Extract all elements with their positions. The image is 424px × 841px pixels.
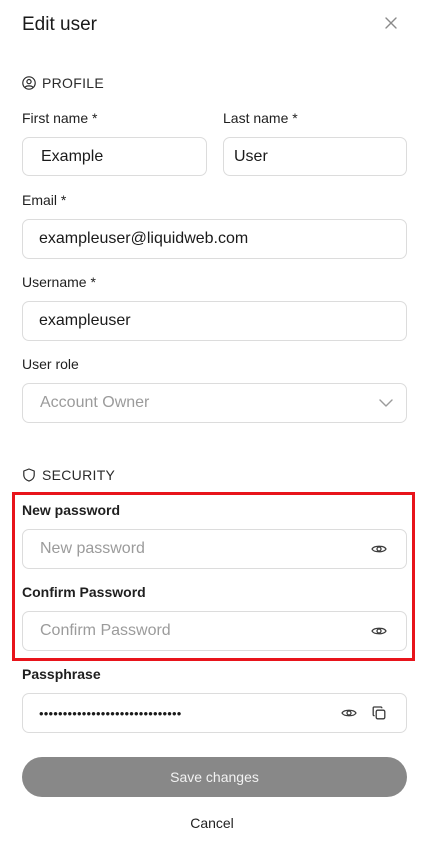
save-changes-button[interactable]: Save changes: [22, 757, 407, 797]
user-role-value: Account Owner: [40, 394, 150, 411]
username-field[interactable]: [22, 301, 407, 341]
last-name-label: Last name *: [223, 110, 298, 126]
user-role-select[interactable]: Account Owner: [22, 383, 407, 423]
confirm-password-label: Confirm Password: [22, 584, 146, 600]
passphrase-toggle[interactable]: [338, 702, 360, 724]
profile-section-header: PROFILE: [22, 75, 104, 91]
last-name-input[interactable]: [234, 147, 392, 166]
close-button[interactable]: [380, 12, 402, 34]
shield-icon: [23, 468, 35, 482]
copy-icon: [372, 706, 386, 720]
confirm-password-field[interactable]: [22, 611, 407, 651]
dialog-title: Edit user: [22, 14, 97, 35]
eye-icon: [371, 627, 387, 635]
close-icon: [385, 17, 397, 29]
profile-section-label: PROFILE: [42, 75, 105, 91]
first-name-input[interactable]: [37, 147, 192, 166]
passphrase-value: ••••••••••••••••••••••••••••••: [39, 705, 182, 721]
user-role-label: User role: [22, 356, 79, 372]
passphrase-label: Passphrase: [22, 666, 101, 682]
eye-icon: [341, 709, 357, 717]
email-field[interactable]: [22, 219, 407, 259]
confirm-password-input[interactable]: [40, 622, 368, 640]
first-name-label: First name *: [22, 110, 98, 126]
user-circle-icon: [22, 76, 36, 90]
chevron-down-icon: [379, 399, 393, 407]
new-password-toggle[interactable]: [368, 538, 390, 560]
security-section-header: SECURITY: [22, 467, 115, 483]
new-password-field[interactable]: [22, 529, 407, 569]
passphrase-copy-button[interactable]: [368, 702, 390, 724]
security-section-label: SECURITY: [42, 467, 116, 483]
last-name-field[interactable]: [223, 137, 407, 176]
new-password-input[interactable]: [40, 540, 368, 558]
username-label: Username *: [22, 274, 96, 290]
cancel-button[interactable]: Cancel: [0, 815, 424, 831]
eye-icon: [371, 545, 387, 553]
new-password-label: New password: [22, 502, 121, 518]
first-name-field[interactable]: [22, 137, 207, 176]
email-label: Email *: [22, 192, 67, 208]
confirm-password-toggle[interactable]: [368, 620, 390, 642]
username-input[interactable]: [39, 312, 392, 330]
passphrase-field[interactable]: ••••••••••••••••••••••••••••••: [22, 693, 407, 733]
email-input[interactable]: [39, 230, 392, 248]
